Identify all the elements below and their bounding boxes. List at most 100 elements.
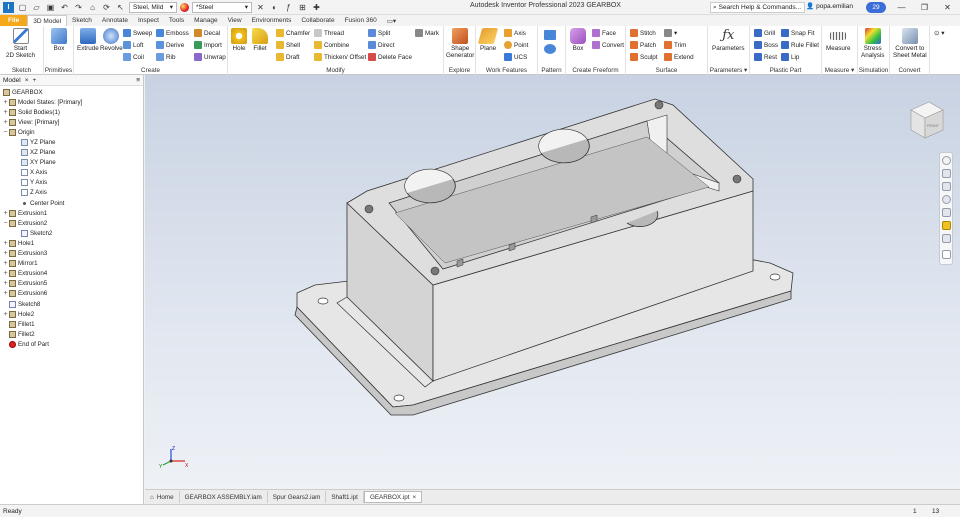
tab-sketch[interactable]: Sketch <box>67 15 97 26</box>
expand-toggle-icon[interactable]: + <box>2 311 9 318</box>
clear-appearance-icon[interactable]: ✕ <box>255 2 266 13</box>
derive-button[interactable]: Derive <box>156 40 184 50</box>
hole-button[interactable]: Hole <box>231 28 247 52</box>
customize-icon[interactable]: ✚ <box>311 2 322 13</box>
graphics-viewport[interactable]: FRONT X Y Z <box>145 75 960 489</box>
expand-toggle-icon[interactable]: + <box>2 260 9 267</box>
maximize-button[interactable]: ❐ <box>913 1 936 14</box>
minimize-button[interactable]: — <box>890 1 913 14</box>
gearbox-3d-model[interactable] <box>145 75 960 489</box>
surface-dropdown-button[interactable]: ▾ <box>664 28 677 38</box>
split-button[interactable]: Split <box>368 28 390 38</box>
axis-button[interactable]: Axis <box>504 28 526 38</box>
tree-root[interactable]: GEARBOX <box>0 87 143 97</box>
nav-options-icon[interactable] <box>942 250 951 259</box>
browser-tab-model[interactable]: Model <box>3 77 21 84</box>
snap-fit-button[interactable]: Snap Fit <box>781 28 814 38</box>
expand-toggle-icon[interactable]: + <box>2 119 9 126</box>
tab-manage[interactable]: Manage <box>189 15 223 26</box>
coil-button[interactable]: Coil <box>123 52 144 62</box>
close-icon[interactable]: × <box>25 77 29 84</box>
shell-button[interactable]: Shell <box>276 40 300 50</box>
save-icon[interactable]: ▣ <box>45 2 56 13</box>
rib-button[interactable]: Rib <box>156 52 175 62</box>
tree-node[interactable]: + Extrusion4 <box>0 269 143 279</box>
tree-node[interactable]: + Extrusion1 <box>0 208 143 218</box>
plane-button[interactable]: Plane <box>477 28 499 52</box>
boss-button[interactable]: Boss <box>754 40 778 50</box>
expand-toggle-icon[interactable]: + <box>2 270 9 277</box>
decal-button[interactable]: Decal <box>194 28 220 38</box>
loft-button[interactable]: Loft <box>123 40 144 50</box>
close-button[interactable]: ✕ <box>936 1 959 14</box>
tab-fusion-360[interactable]: Fusion 360 <box>340 15 382 26</box>
tree-node[interactable]: + Model States: [Primary] <box>0 97 143 107</box>
app-menu-icon[interactable]: I <box>3 1 14 13</box>
circular-pattern-button[interactable] <box>544 44 556 54</box>
notifications-badge[interactable]: 29 <box>866 2 886 13</box>
tab-collaborate[interactable]: Collaborate <box>296 15 339 26</box>
expand-toggle-icon[interactable]: − <box>2 220 9 227</box>
appearance-select[interactable]: *Steel ▾ <box>192 1 252 13</box>
box-primitive-button[interactable]: Box <box>51 28 67 52</box>
tree-node[interactable]: + Mirror1 <box>0 259 143 269</box>
stitch-button[interactable]: Stitch <box>630 28 656 38</box>
tree-node[interactable]: X Axis <box>0 168 143 178</box>
expand-toggle-icon[interactable]: + <box>2 250 9 257</box>
close-icon[interactable]: × <box>412 494 416 501</box>
document-tab[interactable]: ⌂ Home <box>145 491 180 503</box>
orbit-icon[interactable] <box>942 195 951 204</box>
sculpt-button[interactable]: Sculpt <box>630 52 658 62</box>
measure-icon[interactable]: ⊞ <box>297 2 308 13</box>
expand-toggle-icon[interactable]: + <box>2 240 9 247</box>
user-menu[interactable]: 👤 popa.emilian <box>806 2 853 11</box>
tree-node[interactable]: XZ Plane <box>0 148 143 158</box>
new-icon[interactable]: ▢ <box>17 2 28 13</box>
rest-button[interactable]: Rest <box>754 52 777 62</box>
expand-toggle-icon[interactable]: − <box>2 129 9 136</box>
open-icon[interactable]: ▱ <box>31 2 42 13</box>
tree-node[interactable]: + Extrusion3 <box>0 249 143 259</box>
material-select[interactable]: Steel, Mild ▾ <box>129 1 177 13</box>
hamburger-icon[interactable]: ≡ <box>136 77 140 84</box>
home-icon[interactable]: ⌂ <box>87 2 98 13</box>
tree-node[interactable]: Fillet2 <box>0 329 143 339</box>
direct-button[interactable]: Direct <box>368 40 394 50</box>
tree-node[interactable]: Y Axis <box>0 178 143 188</box>
point-button[interactable]: Point <box>504 40 528 50</box>
tree-node[interactable]: Sketch8 <box>0 299 143 309</box>
freeform-convert-button[interactable]: Convert <box>592 40 624 50</box>
measure-button[interactable]: Measure <box>826 28 851 52</box>
tree-node[interactable]: + Hole2 <box>0 309 143 319</box>
document-tab[interactable]: GEARBOX.ipt × <box>363 491 423 503</box>
mark-button[interactable]: Mark <box>415 28 439 38</box>
freeform-box-button[interactable]: Box <box>570 28 586 52</box>
zoom-icon[interactable] <box>942 182 951 191</box>
tree-node[interactable]: − Extrusion2 <box>0 218 143 228</box>
expand-toggle-icon[interactable]: + <box>2 210 9 217</box>
grill-button[interactable]: Grill <box>754 28 775 38</box>
tree-node[interactable]: Sketch2 <box>0 228 143 238</box>
lip-button[interactable]: Lip <box>781 52 799 62</box>
fx-icon[interactable]: ƒ <box>283 2 294 13</box>
combine-button[interactable]: Combine <box>314 40 349 50</box>
steering-wheel-icon[interactable] <box>942 156 951 165</box>
tab-overflow-icon[interactable]: ▭▾ <box>382 15 401 26</box>
tab-environments[interactable]: Environments <box>247 15 297 26</box>
document-tab[interactable]: GEARBOX ASSEMBLY.iam <box>180 491 268 503</box>
emboss-button[interactable]: Emboss <box>156 28 189 38</box>
tab-3d-model[interactable]: 3D Model <box>27 15 68 26</box>
undo-icon[interactable]: ↶ <box>59 2 70 13</box>
tree-node[interactable]: End of Part <box>0 339 143 349</box>
tab-tools[interactable]: Tools <box>164 15 189 26</box>
sweep-button[interactable]: Sweep <box>123 28 152 38</box>
expand-toggle-icon[interactable]: + <box>2 280 9 287</box>
tree-node[interactable]: + Extrusion6 <box>0 289 143 299</box>
viewcube[interactable]: FRONT <box>907 100 945 142</box>
extend-button[interactable]: Extend <box>664 52 694 62</box>
unwrap-button[interactable]: Unwrap <box>194 52 226 62</box>
rectangular-pattern-button[interactable] <box>544 30 556 40</box>
convert-to-sheet-metal-button[interactable]: Convert to Sheet Metal <box>893 28 927 59</box>
tree-node[interactable]: + Extrusion5 <box>0 279 143 289</box>
start-2d-sketch-button[interactable]: Start 2D Sketch <box>6 28 35 59</box>
